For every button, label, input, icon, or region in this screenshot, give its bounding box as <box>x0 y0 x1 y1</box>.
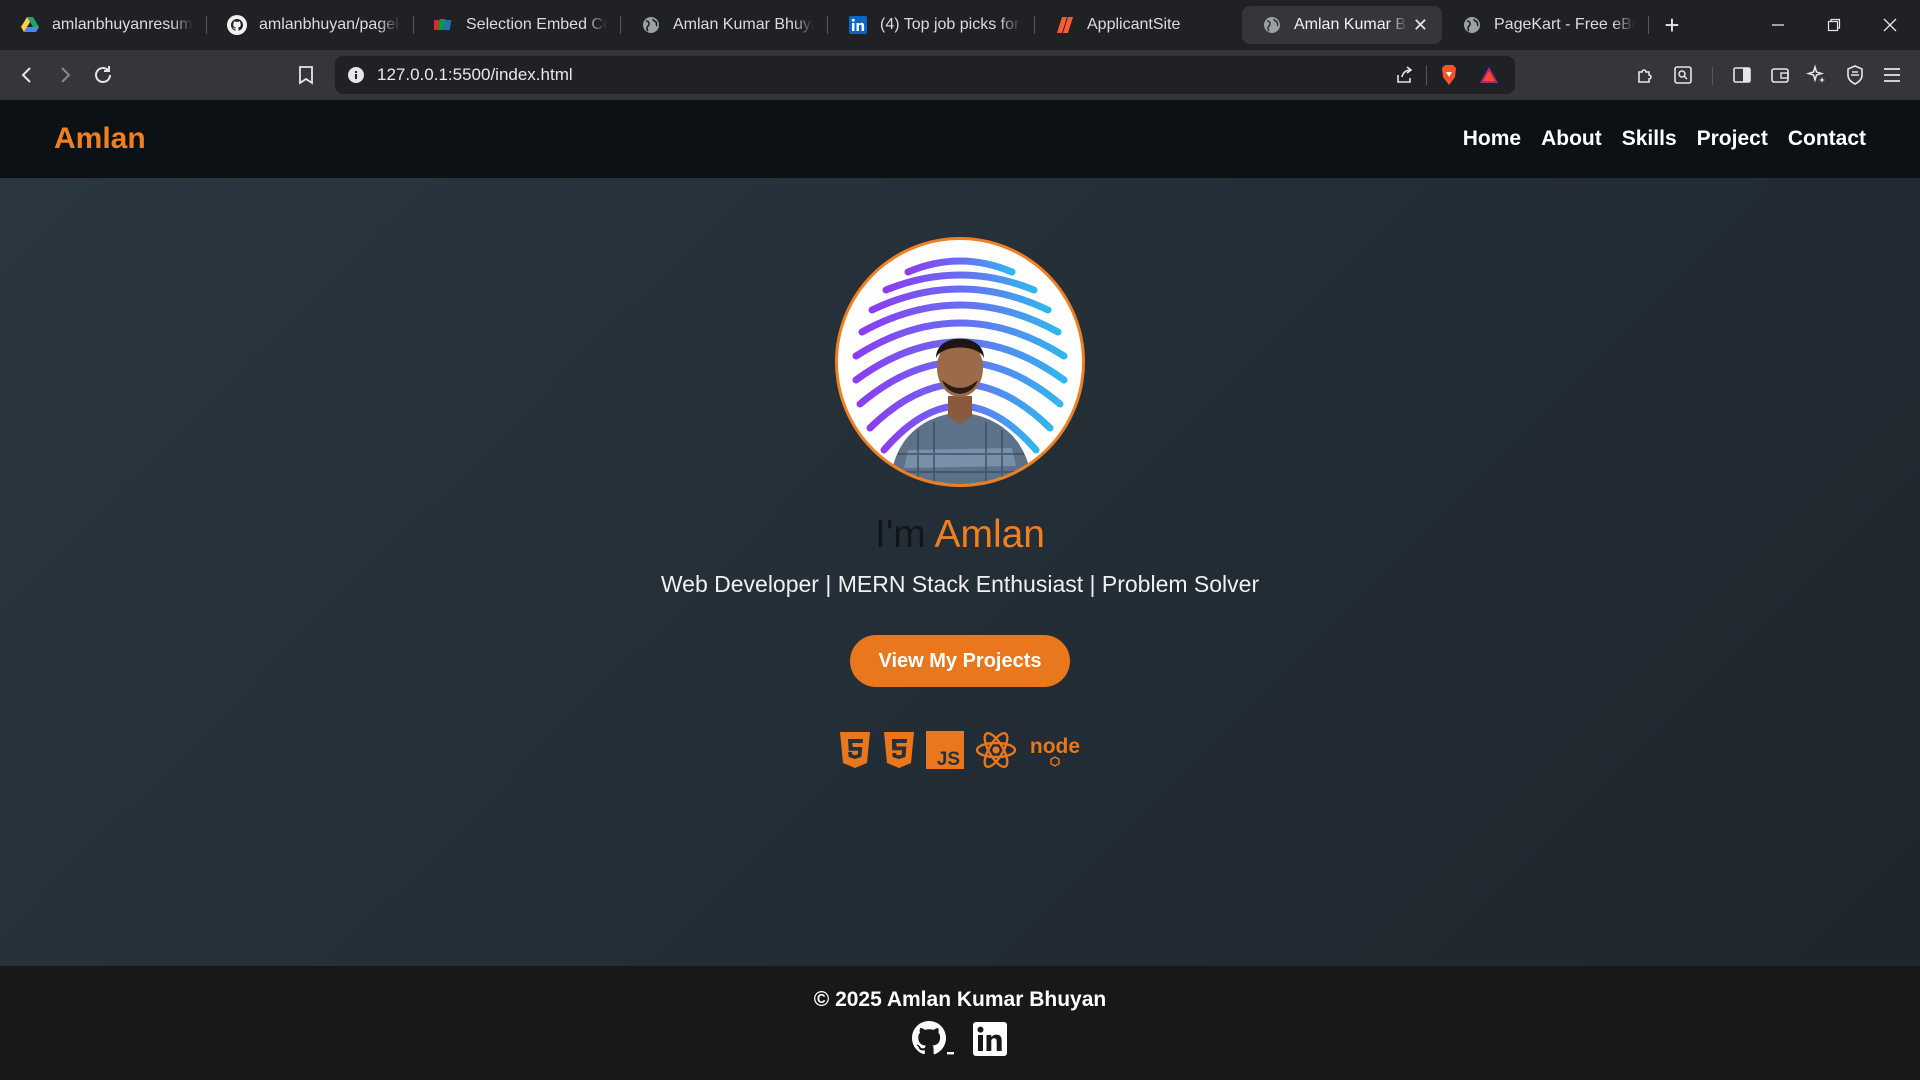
view-projects-button[interactable]: View My Projects <box>850 635 1070 687</box>
reader-mode-icon[interactable] <box>1668 60 1698 90</box>
nav-project[interactable]: Project <box>1697 127 1768 151</box>
tab-github[interactable]: amlanbhuyan/pageka <box>207 6 414 44</box>
nodejs-icon: node <box>1028 733 1082 767</box>
tab-title: PageKart - Free eBook <box>1494 16 1635 33</box>
site-info-icon[interactable] <box>347 66 365 84</box>
linkedin-icon[interactable] <box>973 1022 1007 1056</box>
tab-title: amlanbhuyan/pageka <box>259 16 400 33</box>
github-icon[interactable] <box>911 1020 955 1058</box>
browser-toolbar: 127.0.0.1:5500/index.html <box>0 50 1920 100</box>
address-bar[interactable]: 127.0.0.1:5500/index.html <box>335 56 1515 94</box>
tab-selection-embed[interactable]: Selection Embed Code <box>414 6 621 44</box>
tab-linkedin-jobs[interactable]: (4) Top job picks for y <box>828 6 1035 44</box>
profile-photo <box>835 237 1085 487</box>
tab-title: (4) Top job picks for y <box>880 16 1021 33</box>
tab-title: ApplicantSite <box>1087 16 1181 33</box>
nav-contact[interactable]: Contact <box>1788 127 1866 151</box>
html5-icon <box>838 731 872 769</box>
nav-links: Home About Skills Project Contact <box>1463 127 1866 151</box>
tech-icons: JS node <box>838 730 1082 770</box>
new-tab-button[interactable]: + <box>1649 6 1695 44</box>
wallet-icon[interactable] <box>1765 60 1795 90</box>
extensions-icon[interactable] <box>1631 60 1661 90</box>
tab-google-drive[interactable]: amlanbhuyanresume.p <box>0 6 207 44</box>
hero-heading: I'm Amlan <box>0 513 1920 557</box>
css3-icon <box>882 731 916 769</box>
hero-tagline: Web Developer | MERN Stack Enthusiast | … <box>660 571 1260 597</box>
web-page: Amlan Home About Skills Project Contact <box>0 100 1920 1080</box>
share-icon[interactable] <box>1394 65 1414 85</box>
globe-icon <box>1462 15 1482 35</box>
hero-section: I'm Amlan Web Developer | MERN Stack Ent… <box>0 178 1920 966</box>
tab-title: Selection Embed Code <box>466 16 607 33</box>
forward-button[interactable] <box>50 60 80 90</box>
copyright-text: © 2025 Amlan Kumar Bhuyan <box>813 988 1107 1011</box>
zoho-icon <box>434 15 454 35</box>
restore-button[interactable] <box>1806 0 1862 50</box>
reload-button[interactable] <box>88 60 118 90</box>
bookmark-icon[interactable] <box>291 60 321 90</box>
nav-skills[interactable]: Skills <box>1622 127 1677 151</box>
applicantsite-icon <box>1055 15 1075 35</box>
svg-text:node: node <box>1030 735 1080 758</box>
github-icon <box>227 15 247 35</box>
browser-tab-strip: amlanbhuyanresume.p amlanbhuyan/pageka S… <box>0 0 1920 50</box>
vpn-shield-icon[interactable] <box>1840 60 1870 90</box>
javascript-icon: JS <box>926 731 964 769</box>
site-navbar: Amlan Home About Skills Project Contact <box>0 100 1920 178</box>
tab-applicantsite[interactable]: ApplicantSite <box>1035 6 1242 44</box>
leo-ai-icon[interactable] <box>1802 60 1832 90</box>
brave-rewards-icon[interactable] <box>1479 66 1499 84</box>
back-button[interactable] <box>12 60 42 90</box>
greeting-name: Amlan <box>934 513 1045 556</box>
tab-amlan-portfolio-active[interactable]: Amlan Kumar Bhu ✕ <box>1242 6 1442 44</box>
close-window-button[interactable] <box>1862 0 1918 50</box>
close-tab-icon[interactable]: ✕ <box>1413 15 1428 36</box>
social-links <box>911 1020 1007 1058</box>
sidebar-icon[interactable] <box>1727 60 1757 90</box>
tab-title: amlanbhuyanresume.p <box>52 16 193 33</box>
google-drive-icon <box>20 15 40 35</box>
svg-text:JS: JS <box>937 749 960 769</box>
url-text: 127.0.0.1:5500/index.html <box>377 65 573 84</box>
globe-icon <box>641 15 661 35</box>
linkedin-icon <box>848 15 868 35</box>
minimize-button[interactable] <box>1750 0 1806 50</box>
brand-logo[interactable]: Amlan <box>54 122 146 156</box>
menu-icon[interactable] <box>1877 60 1907 90</box>
globe-icon <box>1262 15 1282 35</box>
tab-title: Amlan Kumar Bhuyan <box>673 16 814 33</box>
tab-pagekart[interactable]: PageKart - Free eBook <box>1442 6 1649 44</box>
tab-title: Amlan Kumar Bhu <box>1294 16 1407 33</box>
nav-home[interactable]: Home <box>1463 127 1521 151</box>
brave-shields-icon[interactable] <box>1439 64 1459 86</box>
tab-amlan-portfolio-1[interactable]: Amlan Kumar Bhuyan <box>621 6 828 44</box>
site-footer: © 2025 Amlan Kumar Bhuyan <box>0 966 1920 1080</box>
nav-about[interactable]: About <box>1541 127 1602 151</box>
greeting-prefix: I'm <box>875 513 935 556</box>
react-icon <box>974 730 1018 770</box>
